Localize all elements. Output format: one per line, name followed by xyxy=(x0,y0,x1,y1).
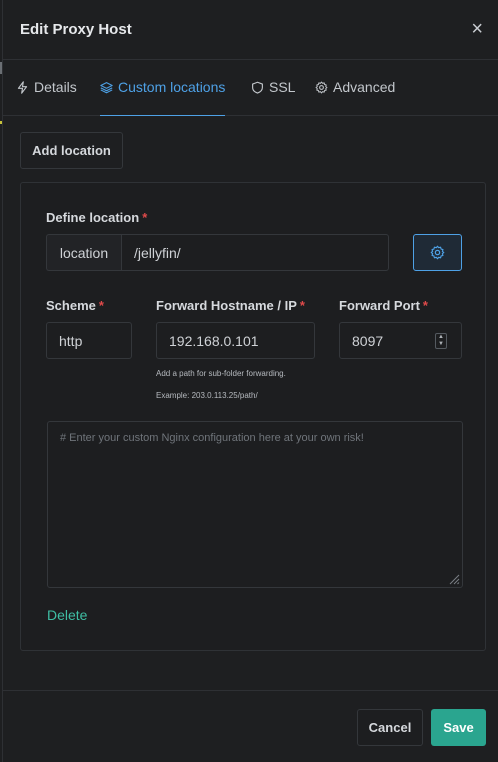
define-location-label: Define location * xyxy=(46,210,147,225)
save-button[interactable]: Save xyxy=(431,709,486,746)
forward-hostname-input[interactable]: 192.168.0.101 xyxy=(156,322,315,359)
cancel-button[interactable]: Cancel xyxy=(357,709,423,746)
custom-config-textarea[interactable]: # Enter your custom Nginx configuration … xyxy=(47,421,463,588)
forward-port-label-text: Forward Port xyxy=(339,298,420,313)
custom-config-placeholder: # Enter your custom Nginx configuration … xyxy=(60,432,364,444)
gear-icon xyxy=(315,81,328,93)
tab-bar: Details Custom locations SSL Advanced xyxy=(3,60,498,116)
modal-header: Edit Proxy Host × xyxy=(3,0,498,60)
forward-port-input[interactable]: 8097 ▲ ▼ xyxy=(339,322,462,359)
shield-icon xyxy=(252,81,263,94)
port-stepper[interactable]: ▲ ▼ xyxy=(435,333,447,349)
required-mark: * xyxy=(98,298,104,313)
chevron-up-icon[interactable]: ▲ xyxy=(438,334,444,341)
location-card: Define location * location /jellyfin/ Sch… xyxy=(20,182,486,651)
forward-hostname-label-text: Forward Hostname / IP xyxy=(156,298,297,313)
add-location-button[interactable]: Add location xyxy=(20,132,123,169)
edit-proxy-host-modal: Edit Proxy Host × Details Custom locatio… xyxy=(2,0,498,762)
chevron-down-icon[interactable]: ▼ xyxy=(438,341,444,348)
tab-ssl-label: SSL xyxy=(269,79,296,95)
forward-port-label: Forward Port * xyxy=(339,298,428,313)
resize-handle-icon[interactable] xyxy=(448,573,460,585)
required-mark: * xyxy=(299,298,305,313)
hostname-hint: Add a path for sub-folder forwarding. xyxy=(156,369,286,378)
forward-port-value: 8097 xyxy=(352,332,384,349)
modal-footer: Cancel Save xyxy=(3,690,498,762)
required-mark: * xyxy=(422,298,428,313)
close-icon[interactable]: × xyxy=(471,18,483,40)
tab-details-label: Details xyxy=(34,79,77,95)
scheme-label: Scheme * xyxy=(46,298,104,313)
tab-advanced-label: Advanced xyxy=(333,79,396,95)
define-location-text: Define location xyxy=(46,210,140,225)
location-addon: location xyxy=(46,234,121,271)
location-path-input[interactable]: /jellyfin/ xyxy=(121,234,389,271)
scheme-input[interactable]: http xyxy=(46,322,132,359)
forward-hostname-label: Forward Hostname / IP * xyxy=(156,298,305,313)
modal-title: Edit Proxy Host xyxy=(20,21,132,38)
gear-icon xyxy=(430,245,445,260)
delete-location-link[interactable]: Delete xyxy=(47,607,87,623)
hostname-example: Example: 203.0.113.25/path/ xyxy=(156,391,258,400)
tab-ssl[interactable]: SSL xyxy=(251,79,295,95)
required-mark: * xyxy=(142,210,148,225)
tab-details[interactable]: Details xyxy=(16,79,77,95)
tab-advanced[interactable]: Advanced xyxy=(315,79,395,95)
tab-custom-locations[interactable]: Custom locations xyxy=(100,79,226,116)
location-settings-button[interactable] xyxy=(413,234,462,271)
tab-custom-locations-label: Custom locations xyxy=(118,79,226,95)
scheme-label-text: Scheme xyxy=(46,298,96,313)
layers-icon xyxy=(100,81,113,93)
bolt-icon xyxy=(17,80,28,94)
